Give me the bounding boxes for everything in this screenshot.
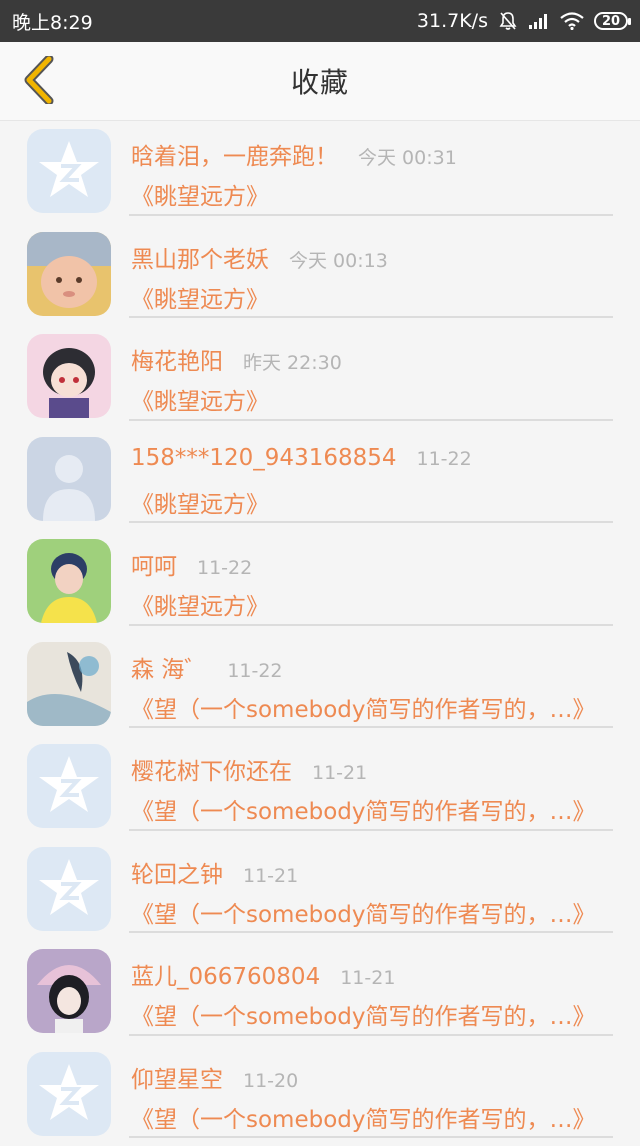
avatar[interactable] bbox=[27, 847, 111, 931]
divider bbox=[129, 214, 613, 216]
avatar[interactable] bbox=[27, 744, 111, 828]
favorites-list: 晗着泪，一鹿奔跑！ 今天 00:31 《眺望远方》 黑山那个老妖今天 00:13 《眺… bbox=[0, 121, 640, 1146]
timestamp: 昨天 22:30 bbox=[243, 348, 342, 375]
item-header: 樱花树下你还在 11-21 bbox=[131, 752, 367, 786]
avatar[interactable] bbox=[27, 642, 111, 726]
status-bar: 晚上8:29 31.7K/s 20 bbox=[0, 0, 640, 42]
favorite-title[interactable]: 《望（一个somebody简写的作者写的，…》 bbox=[131, 792, 611, 826]
divider bbox=[129, 521, 613, 523]
list-item[interactable]: 森 海゛ 11-22 《望（一个somebody简写的作者写的，…》 bbox=[0, 634, 640, 737]
timestamp: 11-21 bbox=[243, 865, 298, 887]
battery-icon: 20 bbox=[594, 12, 628, 30]
timestamp: 今天 00:13 bbox=[289, 246, 388, 273]
favorite-title[interactable]: 《望（一个somebody简写的作者写的，…》 bbox=[131, 997, 611, 1031]
list-item[interactable]: 樱花树下你还在 11-21 《望（一个somebody简写的作者写的，…》 bbox=[0, 736, 640, 839]
timestamp: 今天 00:31 bbox=[358, 143, 457, 170]
list-item[interactable]: 仰望星空 11-20 《望（一个somebody简写的作者写的，…》 bbox=[0, 1044, 640, 1146]
list-item[interactable]: 轮回之钟 11-21 《望（一个somebody简写的作者写的，…》 bbox=[0, 839, 640, 942]
favorite-title[interactable]: 《眺望远方》 bbox=[131, 177, 611, 211]
page-title: 收藏 bbox=[291, 61, 349, 101]
favorite-title[interactable]: 《眺望远方》 bbox=[131, 587, 611, 621]
timestamp: 11-20 bbox=[243, 1070, 298, 1092]
item-header: 轮回之钟 11-21 bbox=[131, 855, 298, 889]
timestamp: 11-21 bbox=[340, 967, 395, 989]
divider bbox=[129, 1034, 613, 1036]
list-item[interactable]: 158***120_943168854 11-22 《眺望远方》 bbox=[0, 429, 640, 532]
item-header: 梅花艳阳昨天 22:30 bbox=[131, 342, 342, 376]
user-name[interactable]: 蓝儿_066760804 bbox=[131, 957, 320, 991]
divider bbox=[129, 931, 613, 933]
divider bbox=[129, 726, 613, 728]
item-header: 仰望星空 11-20 bbox=[131, 1060, 298, 1094]
timestamp: 11-22 bbox=[227, 660, 282, 682]
avatar[interactable] bbox=[27, 1052, 111, 1136]
avatar[interactable] bbox=[27, 129, 111, 213]
avatar[interactable] bbox=[27, 539, 111, 623]
header: 收藏 bbox=[0, 42, 640, 121]
favorite-title[interactable]: 《望（一个somebody简写的作者写的，…》 bbox=[131, 895, 611, 929]
status-time: 晚上8:29 bbox=[12, 8, 93, 35]
user-name[interactable]: 梅花艳阳 bbox=[131, 342, 223, 376]
divider bbox=[129, 316, 613, 318]
user-name[interactable]: 晗着泪，一鹿奔跑！ bbox=[131, 137, 338, 171]
user-name[interactable]: 仰望星空 bbox=[131, 1060, 223, 1094]
chevron-left-icon bbox=[22, 56, 56, 104]
item-header: 森 海゛ 11-22 bbox=[131, 650, 283, 684]
favorite-title[interactable]: 《望（一个somebody简写的作者写的，…》 bbox=[131, 690, 611, 724]
timestamp: 11-22 bbox=[417, 448, 472, 470]
wifi-icon bbox=[560, 12, 584, 30]
favorite-title[interactable]: 《望（一个somebody简写的作者写的，…》 bbox=[131, 1100, 611, 1134]
avatar[interactable] bbox=[27, 334, 111, 418]
item-header: 158***120_943168854 11-22 bbox=[131, 445, 472, 471]
favorite-title[interactable]: 《眺望远方》 bbox=[131, 485, 611, 519]
list-item[interactable]: 黑山那个老妖今天 00:13 《眺望远方》 bbox=[0, 224, 640, 327]
back-button[interactable] bbox=[14, 54, 64, 106]
favorite-title[interactable]: 《眺望远方》 bbox=[131, 382, 611, 416]
favorite-title[interactable]: 《眺望远方》 bbox=[131, 280, 611, 314]
divider bbox=[129, 829, 613, 831]
item-header: 黑山那个老妖今天 00:13 bbox=[131, 240, 388, 274]
divider bbox=[129, 419, 613, 421]
divider bbox=[129, 624, 613, 626]
list-item[interactable]: 晗着泪，一鹿奔跑！ 今天 00:31 《眺望远方》 bbox=[0, 121, 640, 224]
user-name[interactable]: 樱花树下你还在 bbox=[131, 752, 292, 786]
mute-bell-icon bbox=[498, 11, 518, 31]
network-speed: 31.7K/s bbox=[417, 10, 488, 32]
timestamp: 11-22 bbox=[197, 557, 252, 579]
user-name[interactable]: 轮回之钟 bbox=[131, 855, 223, 889]
status-icons: 31.7K/s 20 bbox=[417, 10, 628, 32]
list-item[interactable]: 梅花艳阳昨天 22:30 《眺望远方》 bbox=[0, 326, 640, 429]
item-header: 蓝儿_066760804 11-21 bbox=[131, 957, 395, 991]
avatar[interactable] bbox=[27, 437, 111, 521]
item-header: 呵呵 11-22 bbox=[131, 547, 252, 581]
avatar[interactable] bbox=[27, 949, 111, 1033]
list-item[interactable]: 呵呵 11-22 《眺望远方》 bbox=[0, 531, 640, 634]
avatar[interactable] bbox=[27, 232, 111, 316]
timestamp: 11-21 bbox=[312, 762, 367, 784]
user-name[interactable]: 呵呵 bbox=[131, 547, 177, 581]
signal-icon bbox=[528, 12, 550, 30]
list-item[interactable]: 蓝儿_066760804 11-21 《望（一个somebody简写的作者写的，…》 bbox=[0, 941, 640, 1044]
user-name[interactable]: 森 海゛ bbox=[131, 650, 207, 684]
user-name[interactable]: 黑山那个老妖 bbox=[131, 240, 269, 274]
user-name[interactable]: 158***120_943168854 bbox=[131, 445, 397, 471]
item-header: 晗着泪，一鹿奔跑！ 今天 00:31 bbox=[131, 137, 457, 171]
